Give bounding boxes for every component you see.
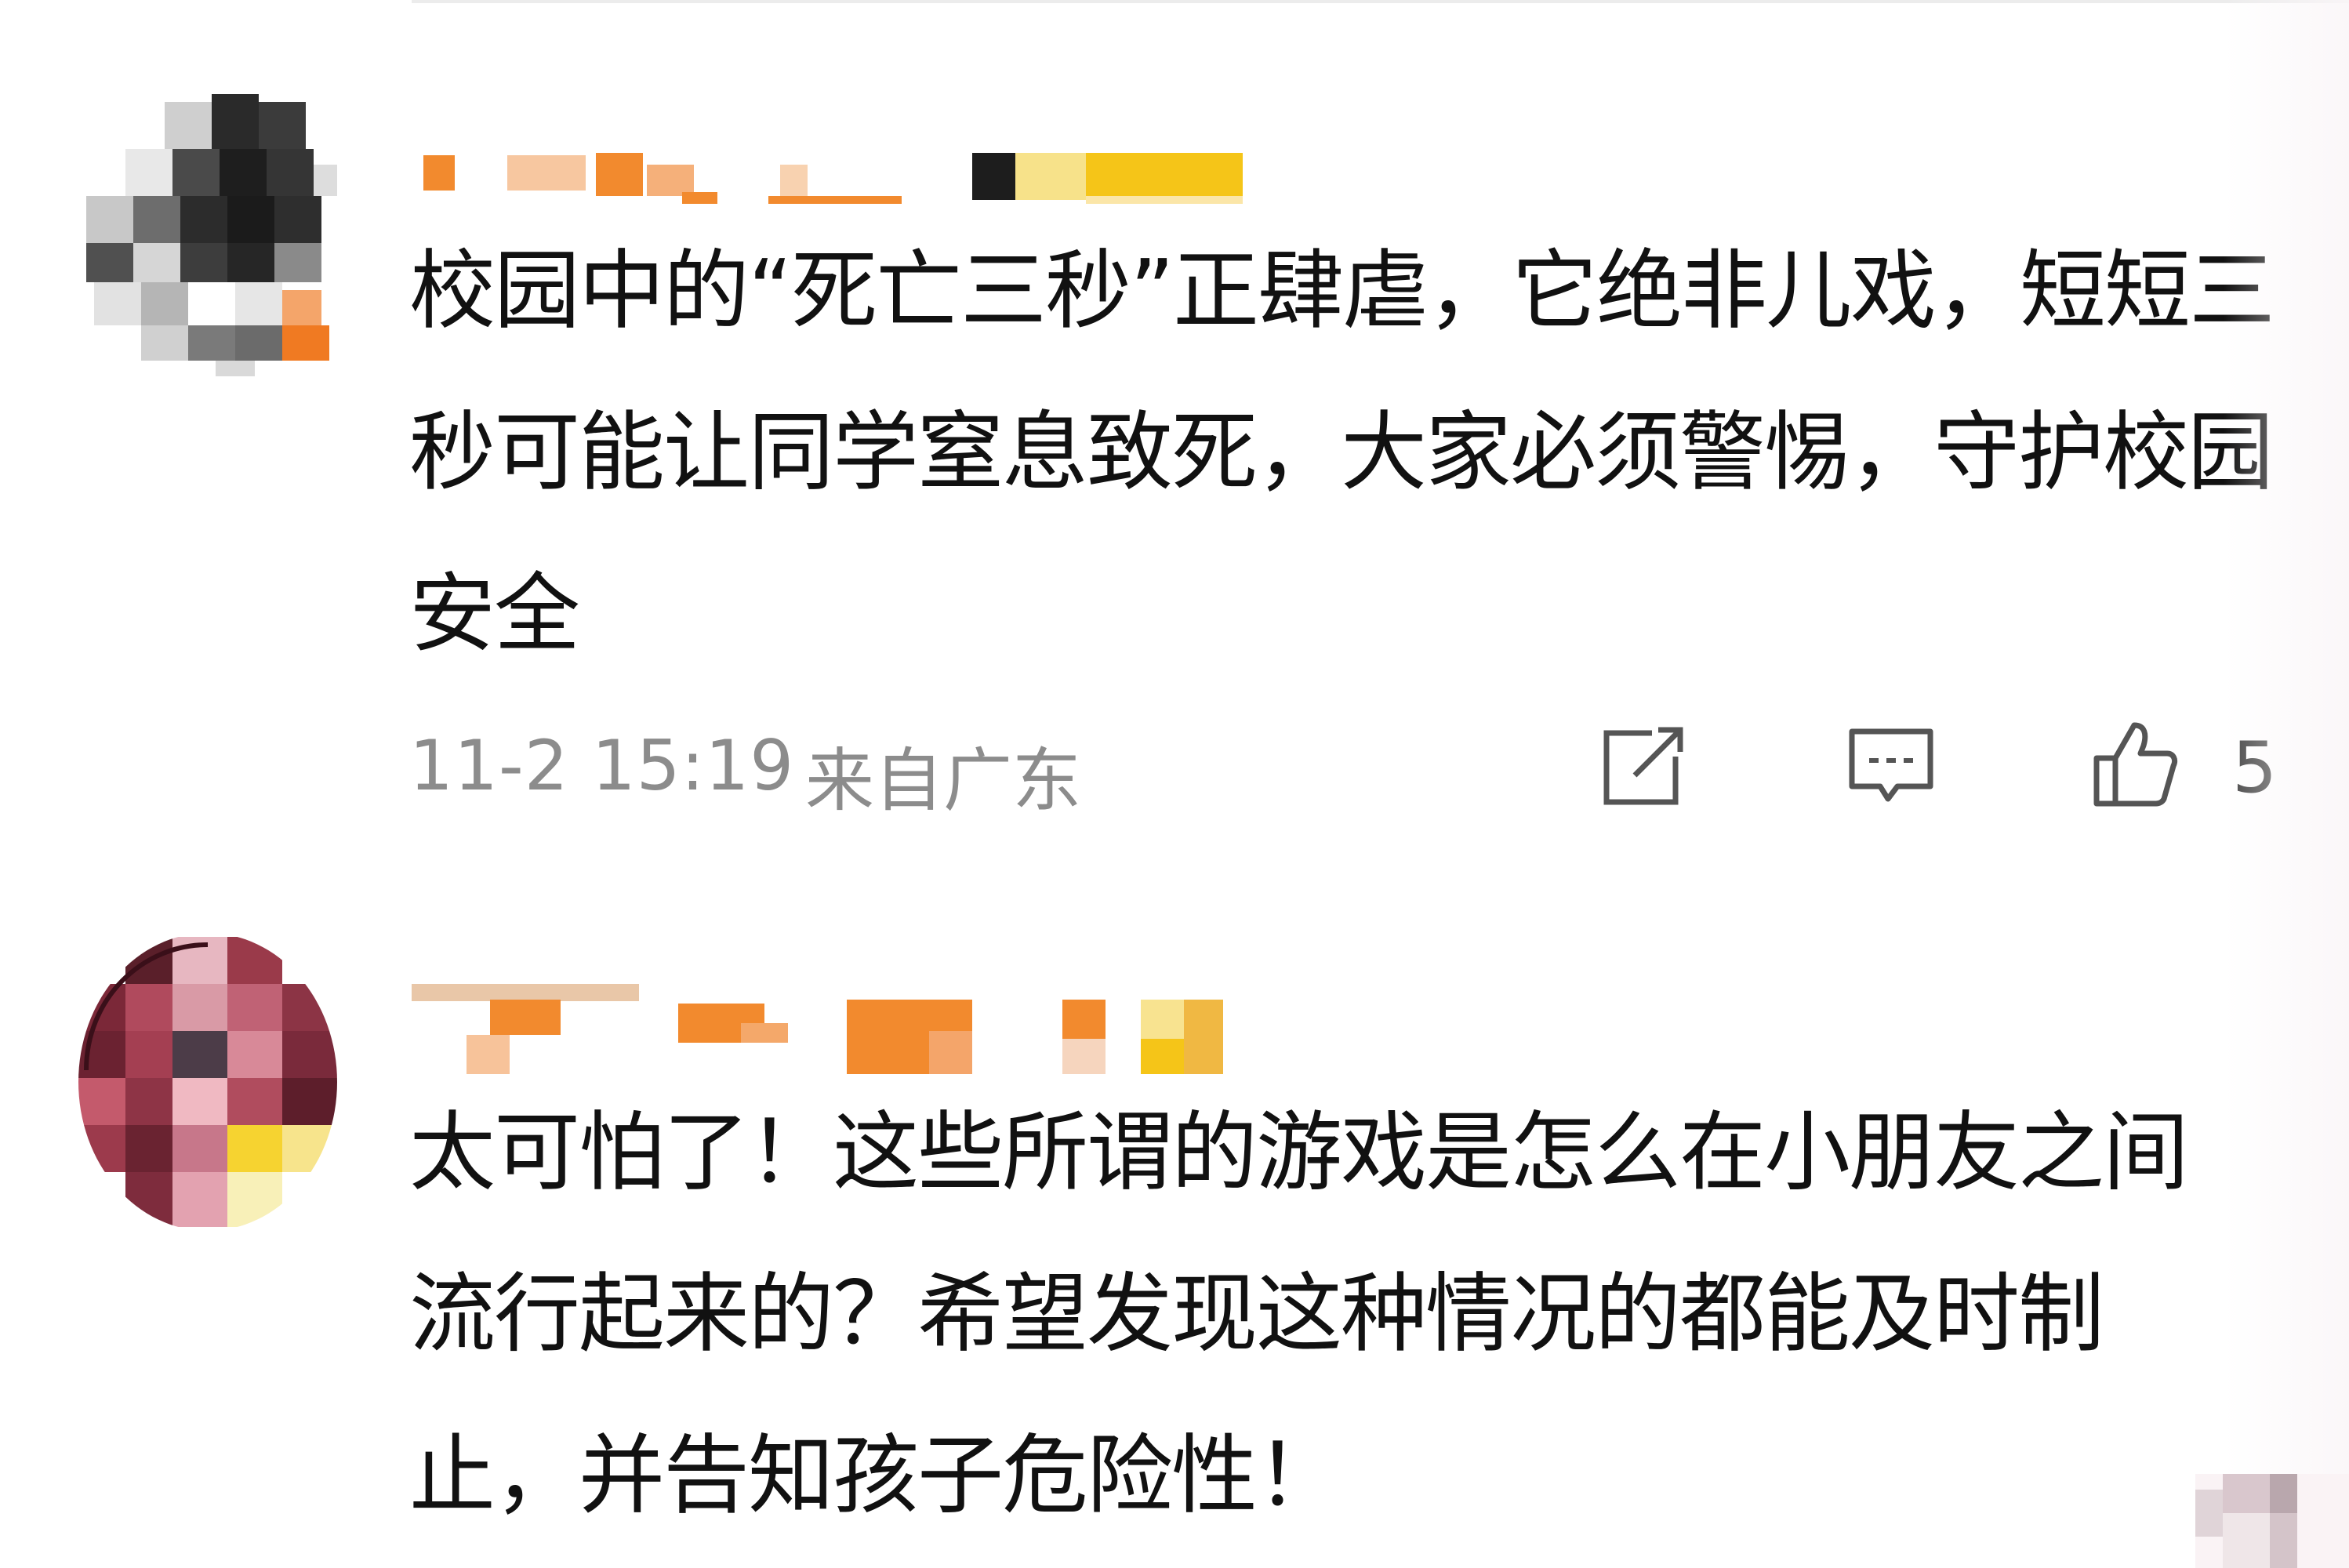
- like-count: 5: [2232, 727, 2278, 809]
- share-icon: [1603, 727, 1683, 805]
- username-pixelated[interactable]: [412, 118, 1274, 220]
- pixelated-avatar-partial: [2195, 1474, 2349, 1568]
- thumbs-up-icon: [2093, 722, 2178, 807]
- share-button[interactable]: [1597, 717, 1691, 811]
- pixelated-username-graphic: [412, 984, 1223, 1074]
- comment-item: 校园中的“死亡三秒”正肆虐，它绝非儿戏，短短三秒可能让同学窒息致死，大家必须警惕…: [0, 86, 2349, 870]
- pixelated-avatar-graphic: [78, 86, 337, 376]
- comment-icon: [1849, 728, 1933, 802]
- comment-feed: 校园中的“死亡三秒”正肆虐，它绝非儿戏，短短三秒可能让同学窒息致死，大家必须警惕…: [0, 0, 2349, 1568]
- pixelated-avatar-graphic: [78, 937, 337, 1227]
- avatar[interactable]: [78, 86, 337, 376]
- username-pixelated[interactable]: [412, 968, 1274, 1074]
- like-button[interactable]: [2087, 717, 2181, 811]
- comment-text: 太可怕了！这些所谓的游戏是怎么在小朋友之间流行起来的？希望发现这种情况的都能及时…: [409, 1102, 2189, 1526]
- pixelated-username-graphic: [423, 153, 1243, 220]
- pixelated-avatar-graphic: [2195, 1474, 2349, 1568]
- avatar[interactable]: [78, 937, 337, 1227]
- comment-button[interactable]: [1844, 717, 1938, 811]
- comment-text: 校园中的“死亡三秒”正肆虐，它绝非儿戏，短短三秒可能让同学窒息致死，大家必须警惕…: [409, 241, 2275, 664]
- comment-meta: 11-2 15:19 来自广东 5: [409, 717, 2322, 821]
- comment-time: 11-2 15:19: [409, 725, 795, 806]
- divider: [412, 0, 2349, 3]
- comment-location: 来自广东: [805, 740, 1082, 821]
- comment-item: 太可怕了！这些所谓的游戏是怎么在小朋友之间流行起来的？希望发现这种情况的都能及时…: [0, 937, 2349, 1568]
